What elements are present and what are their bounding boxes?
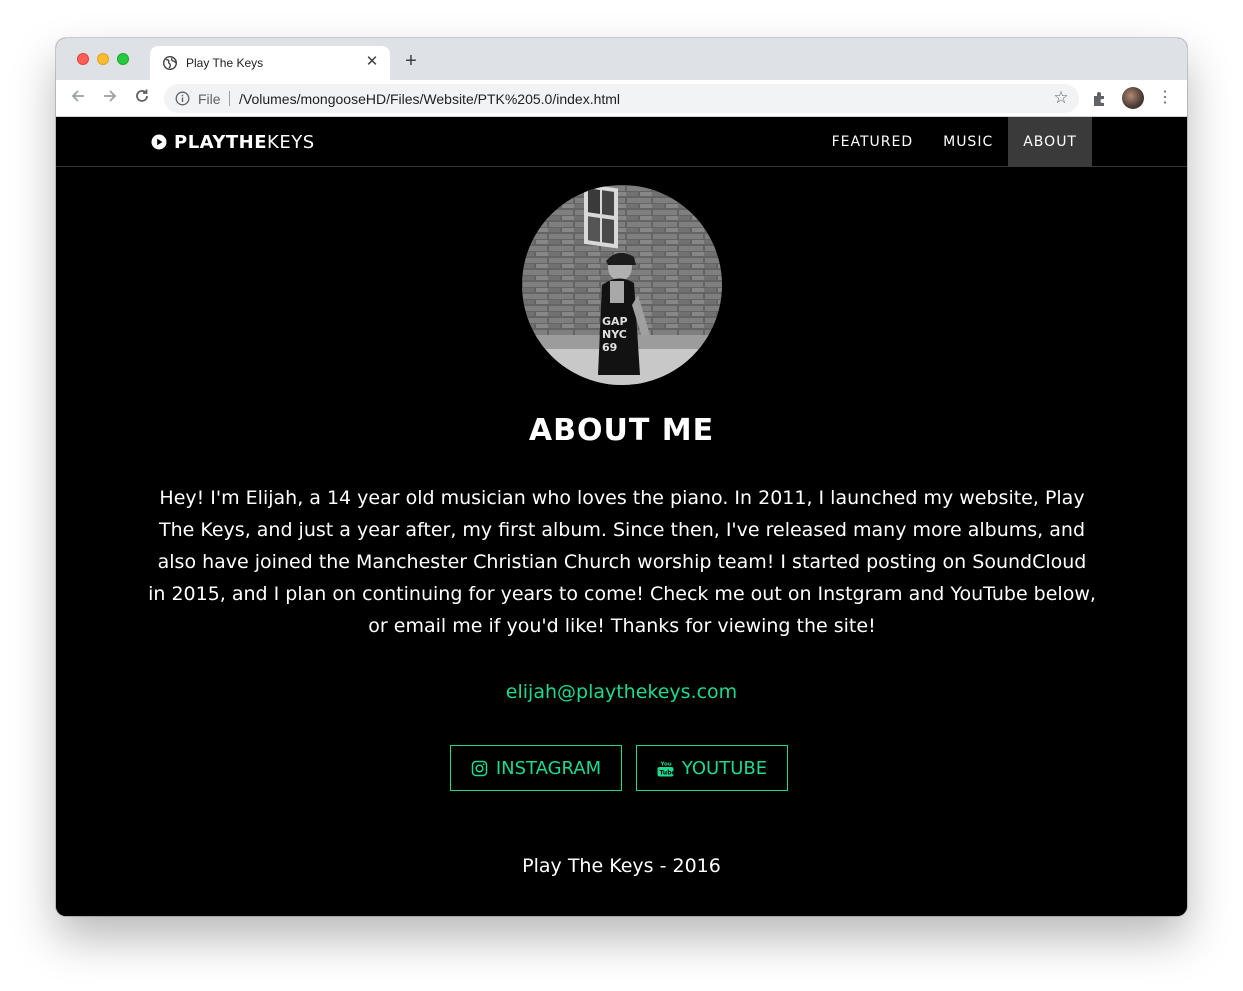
close-window-button[interactable] [77, 53, 89, 65]
instagram-label: INSTAGRAM [495, 757, 602, 779]
browser-window: Play The Keys ✕ + File /Volumes/mongoose… [56, 38, 1187, 916]
svg-text:You: You [659, 761, 671, 767]
minimize-window-button[interactable] [97, 53, 109, 65]
site-nav-links: FEATURED MUSIC ABOUT [817, 117, 1092, 167]
tab-title: Play The Keys [186, 56, 264, 70]
forward-arrow-icon[interactable] [99, 87, 121, 109]
tab-close-icon[interactable]: ✕ [363, 53, 381, 71]
puzzle-icon[interactable] [1092, 90, 1109, 107]
site-logo[interactable]: PLAYTHE KEYS [151, 131, 315, 153]
web-page: PLAYTHE KEYS FEATURED MUSIC ABOUT GAP NY… [56, 117, 1187, 916]
nav-about[interactable]: ABOUT [1008, 117, 1092, 167]
footer-text: Play The Keys - 2016 [522, 855, 721, 877]
browser-tab[interactable]: Play The Keys ✕ [150, 46, 390, 80]
email-link[interactable]: elijah@playthekeys.com [56, 681, 1187, 703]
address-bar[interactable]: File /Volumes/mongooseHD/Files/Website/P… [164, 84, 1079, 113]
bookmark-star-icon[interactable]: ☆ [1052, 89, 1070, 107]
svg-text:GAP: GAP [602, 315, 628, 328]
page-title: ABOUT ME [528, 413, 715, 448]
profile-avatar[interactable] [1122, 87, 1144, 109]
profile-photo: GAP NYC 69 [522, 185, 722, 385]
brand-name-light: KEYS [267, 131, 315, 153]
youtube-icon: You Tube [657, 761, 674, 776]
kebab-menu-icon[interactable]: ⋮ [1156, 88, 1174, 108]
instagram-button[interactable]: INSTAGRAM [450, 745, 622, 791]
nav-music[interactable]: MUSIC [928, 117, 1008, 167]
browser-toolbar: File /Volumes/mongooseHD/Files/Website/P… [56, 80, 1187, 117]
youtube-label: YOUTUBE [681, 757, 768, 779]
globe-icon [163, 56, 177, 70]
new-tab-button[interactable]: + [400, 50, 422, 72]
nav-featured[interactable]: FEATURED [817, 117, 929, 167]
info-icon[interactable] [175, 91, 190, 106]
bio-paragraph: Hey! I'm Elijah, a 14 year old musician … [148, 487, 1096, 637]
back-arrow-icon[interactable] [67, 87, 89, 109]
instagram-icon [471, 760, 488, 776]
maximize-window-button[interactable] [117, 53, 129, 65]
url-text[interactable]: /Volumes/mongooseHD/Files/Website/PTK%20… [239, 91, 620, 107]
svg-text:Tube: Tube [659, 769, 674, 776]
url-separator [229, 91, 230, 106]
tab-strip: Play The Keys ✕ + [56, 38, 1187, 80]
youtube-button[interactable]: You Tube YOUTUBE [636, 745, 788, 791]
svg-text:NYC: NYC [602, 328, 627, 341]
site-navbar: PLAYTHE KEYS FEATURED MUSIC ABOUT [56, 117, 1187, 167]
play-circle-icon [151, 134, 167, 150]
reload-icon[interactable] [131, 87, 153, 109]
svg-text:69: 69 [602, 341, 617, 354]
brand-name-bold: PLAYTHE [174, 131, 268, 153]
url-scheme: File [198, 91, 221, 107]
